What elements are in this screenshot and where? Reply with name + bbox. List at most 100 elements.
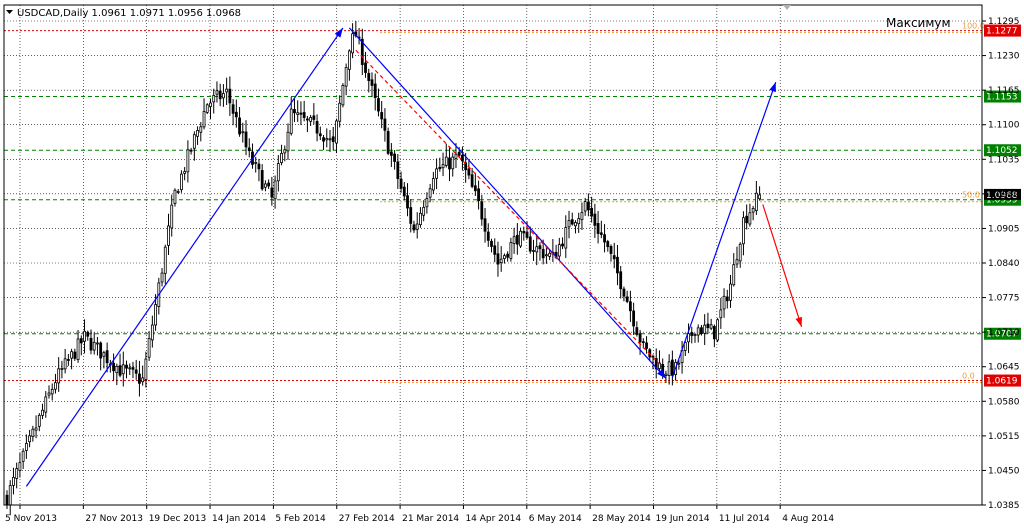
candle-body <box>557 244 561 257</box>
price-tick-label: 1.0710 <box>988 328 1020 338</box>
candle-body <box>270 187 274 198</box>
candle-body <box>561 243 564 247</box>
candle-body <box>154 304 157 326</box>
candle-body <box>15 468 19 479</box>
candle-body <box>693 334 697 336</box>
candle-body <box>719 309 723 319</box>
candle-body <box>535 246 539 253</box>
candle-body <box>419 212 422 226</box>
candle-body <box>406 195 409 209</box>
candle-body <box>218 90 222 100</box>
price-tick-label: 1.0450 <box>988 466 1020 476</box>
candle-body <box>435 168 438 179</box>
time-tick-label: 19 Jun 2014 <box>656 514 710 524</box>
candle-body <box>509 242 513 259</box>
time-tick-label: 5 Feb 2014 <box>275 514 326 524</box>
candle-body <box>299 112 303 115</box>
price-tick-label: 1.1100 <box>988 121 1020 131</box>
candle-body <box>545 254 548 257</box>
candle-body <box>215 90 219 95</box>
candle-body <box>222 93 225 99</box>
candle-body <box>170 204 174 229</box>
candle-body <box>386 131 390 154</box>
candle-body <box>625 296 629 302</box>
candle-body <box>729 283 732 301</box>
candle-body <box>76 338 80 360</box>
candle-body <box>102 352 106 357</box>
candle-body <box>367 72 371 81</box>
candle-body <box>612 255 616 260</box>
candle-body <box>41 409 44 416</box>
maximum-annotation: Максимум <box>886 16 951 30</box>
candle-body <box>512 236 516 244</box>
candle-body <box>196 130 199 137</box>
candle-body <box>745 215 749 224</box>
candle-body <box>431 178 435 191</box>
price-tag-label: 1.0619 <box>986 377 1018 387</box>
candle-body <box>335 120 338 144</box>
candle-body <box>24 443 28 451</box>
candle-body <box>8 485 12 506</box>
candle-body <box>593 213 597 226</box>
price-tick-label: 1.1230 <box>988 52 1020 62</box>
candle-body <box>118 365 122 376</box>
candle-body <box>638 333 642 343</box>
candle-body <box>209 102 212 107</box>
candle-body <box>457 151 461 156</box>
candle-body <box>712 326 716 340</box>
candle-body <box>538 245 542 250</box>
candle-body <box>725 296 729 302</box>
candle-body <box>147 338 151 358</box>
candle-body <box>528 236 532 252</box>
candle-body <box>738 243 742 262</box>
price-tick-label: 1.1295 <box>988 17 1020 27</box>
candle-body <box>131 367 135 370</box>
candle-body <box>444 156 448 166</box>
candle-body <box>273 180 277 200</box>
price-tick-label: 1.0970 <box>988 190 1020 200</box>
candle-body <box>296 112 300 115</box>
candle-body <box>212 95 216 103</box>
candle-body <box>309 117 313 122</box>
candle-body <box>706 323 710 329</box>
candle-body <box>202 111 206 128</box>
candle-body <box>60 368 64 370</box>
candle-body <box>34 427 38 431</box>
price-tick-label: 1.0840 <box>988 259 1020 269</box>
candle-body <box>619 271 623 290</box>
candle-body <box>134 369 138 374</box>
candle-body <box>470 174 474 187</box>
candle-body <box>703 324 707 334</box>
candle-body <box>616 256 619 274</box>
candle-body <box>150 324 154 341</box>
candle-body <box>515 234 519 245</box>
candle-body <box>532 250 535 252</box>
fibo-label: 0.0 <box>962 372 975 381</box>
price-tick-label: 1.0580 <box>988 397 1020 407</box>
candle-body <box>596 223 600 234</box>
candle-body <box>312 115 316 120</box>
candle-body <box>83 330 86 342</box>
candle-body <box>347 50 351 70</box>
candle-body <box>567 220 571 228</box>
candle-body <box>425 198 429 208</box>
candle-body <box>641 341 645 344</box>
candle-body <box>490 240 493 247</box>
candle-body <box>380 112 384 120</box>
candle-body <box>47 392 51 396</box>
candle-body <box>677 362 681 365</box>
candle-body <box>732 264 736 286</box>
candle-body <box>580 212 584 221</box>
candle-body <box>176 191 180 193</box>
candle-body <box>260 170 264 190</box>
candle-body <box>670 359 674 376</box>
candle-body <box>664 373 668 376</box>
candle-body <box>415 223 419 230</box>
candle-body <box>587 201 590 211</box>
candle-body <box>128 367 132 370</box>
candle-body <box>564 227 568 249</box>
candle-body <box>483 218 487 232</box>
candle-body <box>63 358 67 370</box>
candle-body <box>364 62 367 73</box>
candle-body <box>716 319 719 341</box>
